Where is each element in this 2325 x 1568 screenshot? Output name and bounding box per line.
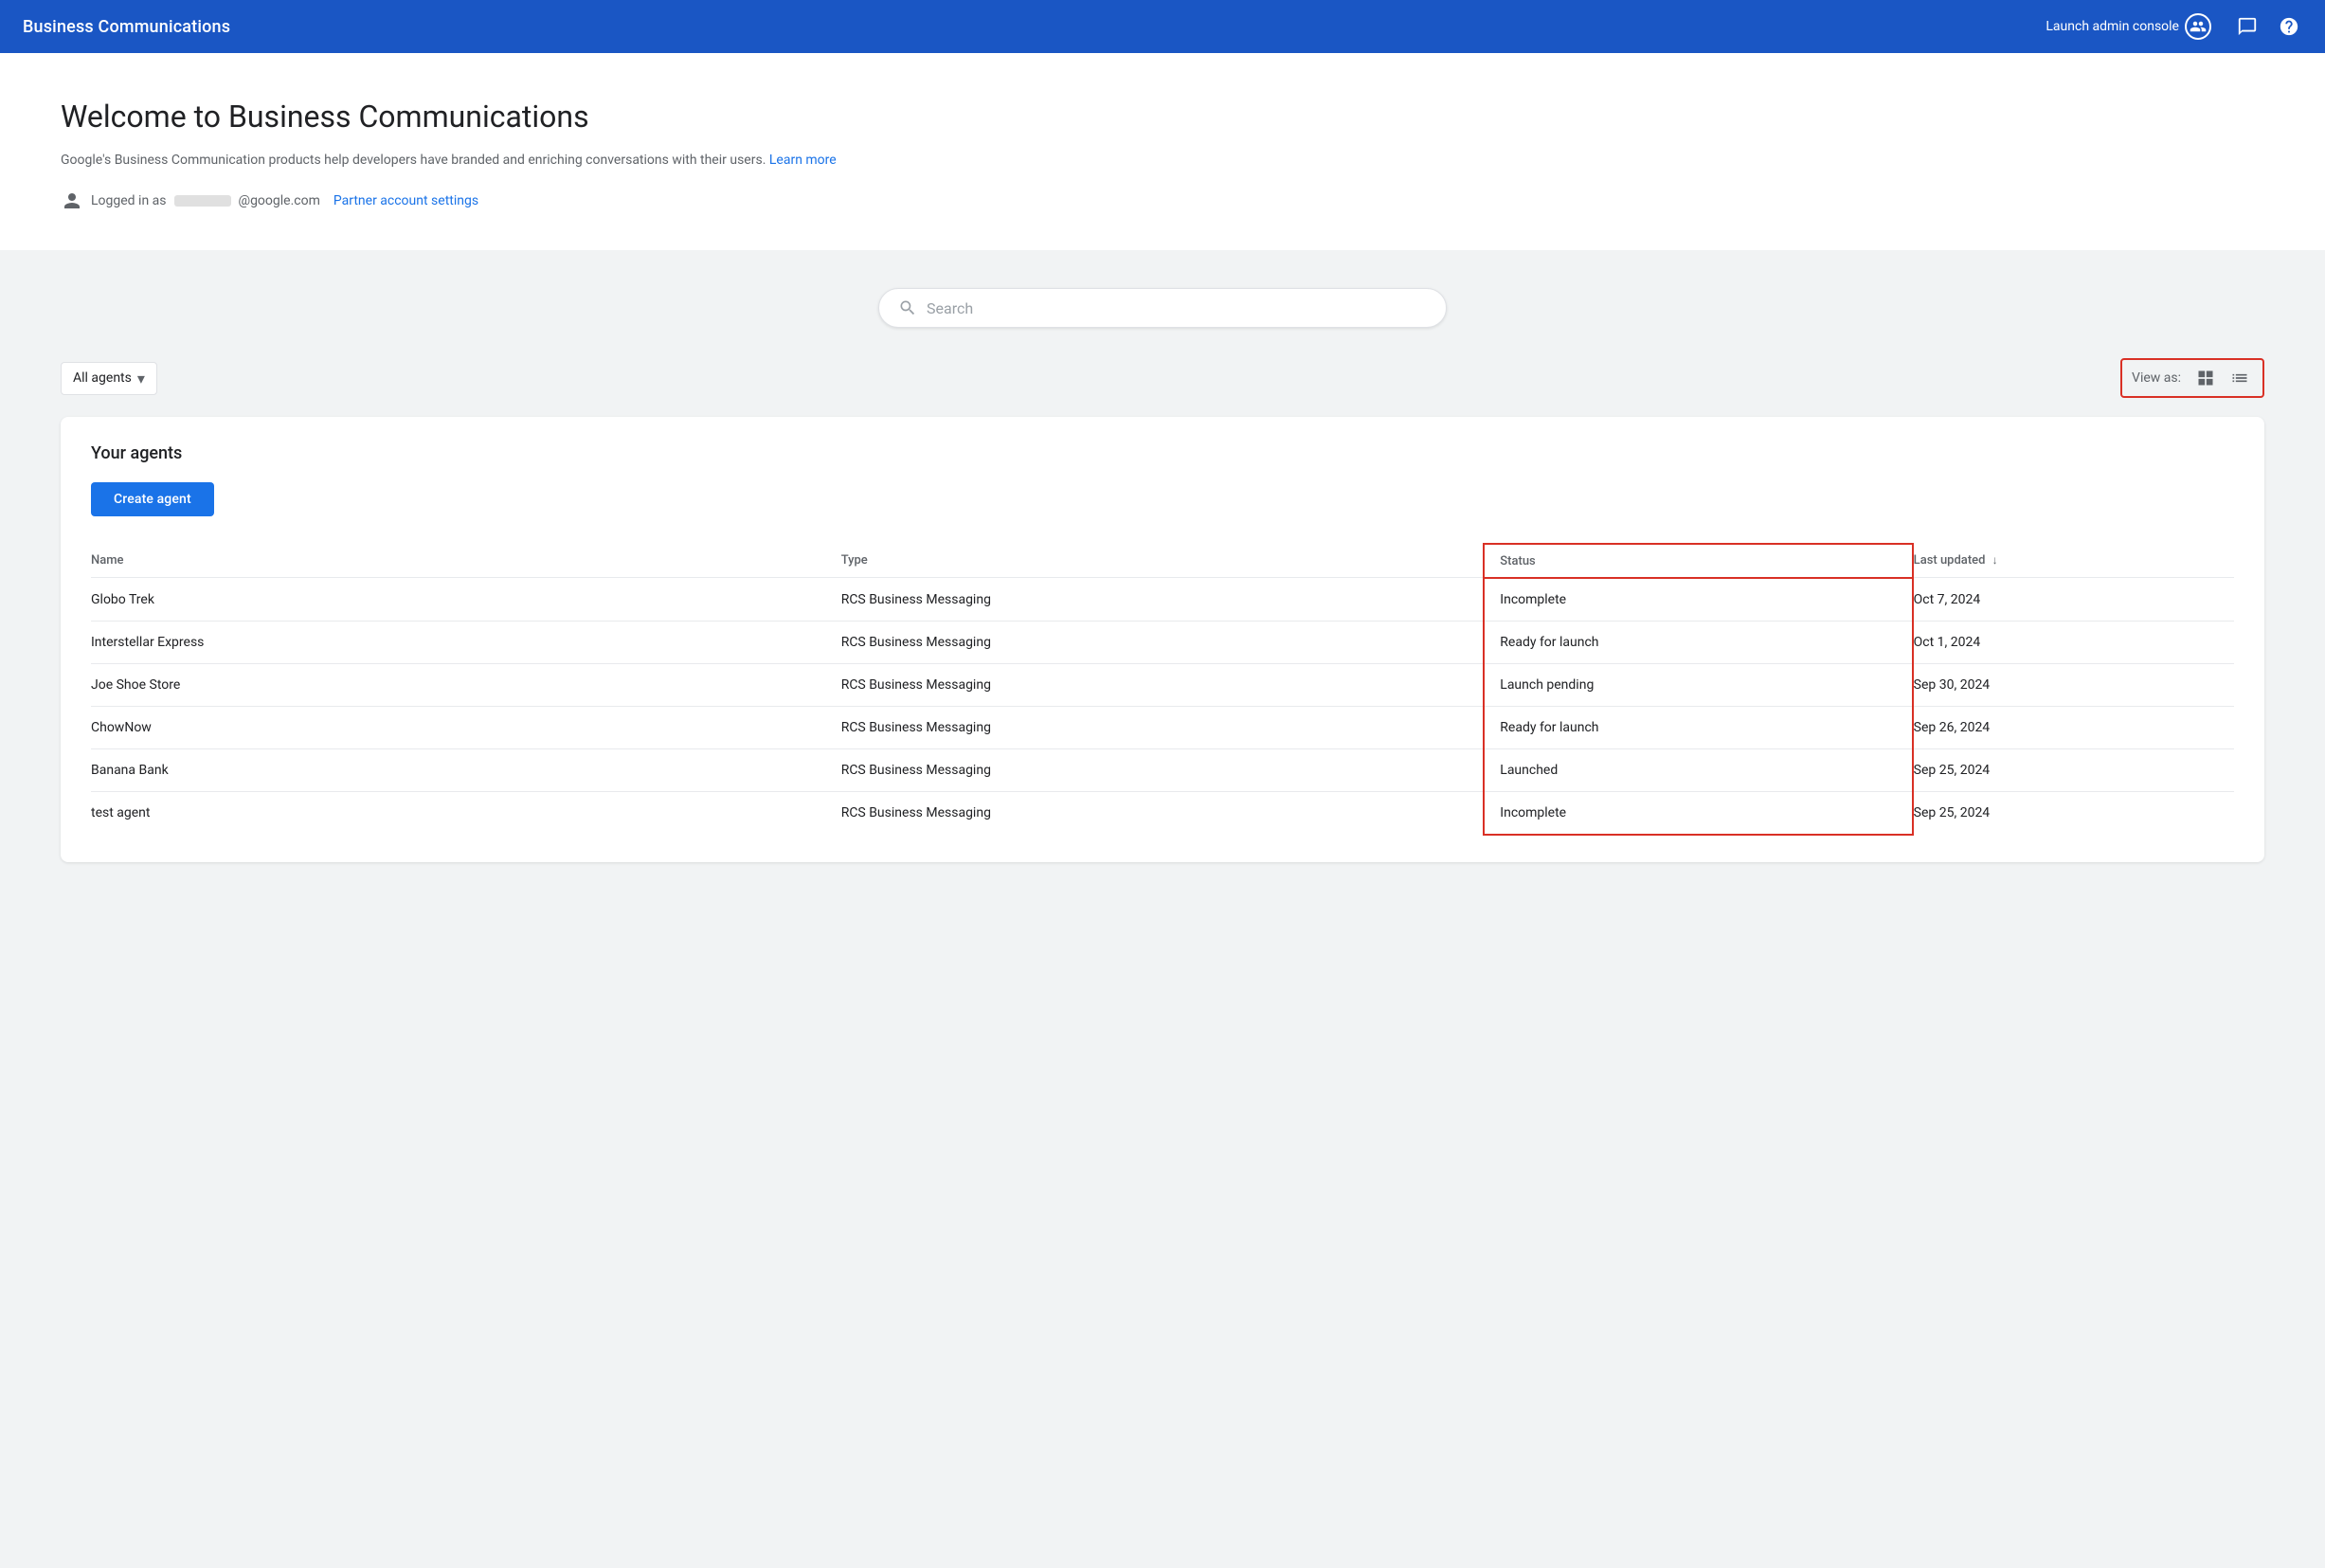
table-row[interactable]: Interstellar ExpressRCS Business Messagi… [91,621,2234,663]
agent-type: RCS Business Messaging [841,578,1485,622]
search-container [61,288,2264,328]
table-row[interactable]: test agentRCS Business MessagingIncomple… [91,791,2234,835]
table-row[interactable]: Banana BankRCS Business MessagingLaunche… [91,748,2234,791]
app-title: Business Communications [23,17,230,37]
chat-icon[interactable] [2234,13,2261,40]
list-view-button[interactable] [2226,365,2253,391]
grid-view-button[interactable] [2192,365,2219,391]
column-header-type: Type [841,544,1485,578]
welcome-title: Welcome to Business Communications [61,99,2264,135]
launch-admin-label: Launch admin console [2046,19,2179,34]
table-body: Globo TrekRCS Business MessagingIncomple… [91,578,2234,835]
agents-table: Name Type Status Last updated ↓ Globo Tr… [91,543,2234,836]
agent-type: RCS Business Messaging [841,791,1485,835]
table-header: Name Type Status Last updated ↓ [91,544,2234,578]
filter-row: All agents ▾ View as: [61,358,2264,398]
logged-in-row: Logged in as @google.com Partner account… [61,189,2264,212]
logged-in-prefix: Logged in as [91,193,167,208]
search-input[interactable] [927,299,1427,317]
column-header-name: Name [91,544,841,578]
app-header: Business Communications Launch admin con… [0,0,2325,53]
agent-type: RCS Business Messaging [841,663,1485,706]
agent-type: RCS Business Messaging [841,748,1485,791]
welcome-section: Welcome to Business Communications Googl… [0,53,2325,250]
table-row[interactable]: Globo TrekRCS Business MessagingIncomple… [91,578,2234,622]
agent-name: Globo Trek [91,578,841,622]
search-icon [898,298,917,317]
all-agents-dropdown[interactable]: All agents ▾ [61,362,157,395]
people-icon [2185,13,2211,40]
agents-section-title: Your agents [91,443,2234,463]
view-as-container: View as: [2120,358,2264,398]
agent-name: Joe Shoe Store [91,663,841,706]
filter-label: All agents [73,370,132,386]
search-box [878,288,1447,328]
view-as-label: View as: [2132,370,2181,386]
help-icon[interactable] [2276,13,2302,40]
create-agent-button[interactable]: Create agent [91,482,214,516]
agent-type: RCS Business Messaging [841,621,1485,663]
email-redacted [174,195,231,207]
learn-more-link[interactable]: Learn more [769,153,837,168]
main-content: All agents ▾ View as: Your agents Create… [0,250,2325,900]
table-row[interactable]: ChowNowRCS Business MessagingReady for l… [91,706,2234,748]
partner-account-settings-link[interactable]: Partner account settings [333,193,478,208]
agent-name: Interstellar Express [91,621,841,663]
account-icon [61,189,83,212]
header-actions: Launch admin console [2038,8,2302,45]
agent-status: Ready for launch [1484,621,1912,663]
welcome-desc-text: Google's Business Communication products… [61,153,766,168]
table-header-row: Name Type Status Last updated ↓ [91,544,2234,578]
grid-icon [2196,369,2215,387]
agents-card: Your agents Create agent Name Type Statu… [61,417,2264,862]
agent-status: Launch pending [1484,663,1912,706]
table-row[interactable]: Joe Shoe StoreRCS Business MessagingLaun… [91,663,2234,706]
agent-name: Banana Bank [91,748,841,791]
column-header-last-updated: Last updated ↓ [1913,544,2234,578]
agent-last-updated: Sep 25, 2024 [1913,748,2234,791]
list-icon [2230,369,2249,387]
chevron-down-icon: ▾ [137,369,145,387]
agent-last-updated: Oct 1, 2024 [1913,621,2234,663]
agent-last-updated: Sep 25, 2024 [1913,791,2234,835]
sort-desc-icon: ↓ [1992,553,1998,567]
agent-status: Launched [1484,748,1912,791]
agent-status: Ready for launch [1484,706,1912,748]
agent-last-updated: Sep 26, 2024 [1913,706,2234,748]
welcome-desc: Google's Business Communication products… [61,150,2264,171]
agent-name: ChowNow [91,706,841,748]
agent-last-updated: Sep 30, 2024 [1913,663,2234,706]
agent-status: Incomplete [1484,791,1912,835]
column-header-status: Status [1484,544,1912,578]
launch-admin-button[interactable]: Launch admin console [2038,8,2219,45]
agent-status: Incomplete [1484,578,1912,622]
email-domain: @google.com [239,193,320,208]
agent-type: RCS Business Messaging [841,706,1485,748]
agent-last-updated: Oct 7, 2024 [1913,578,2234,622]
agent-name: test agent [91,791,841,835]
